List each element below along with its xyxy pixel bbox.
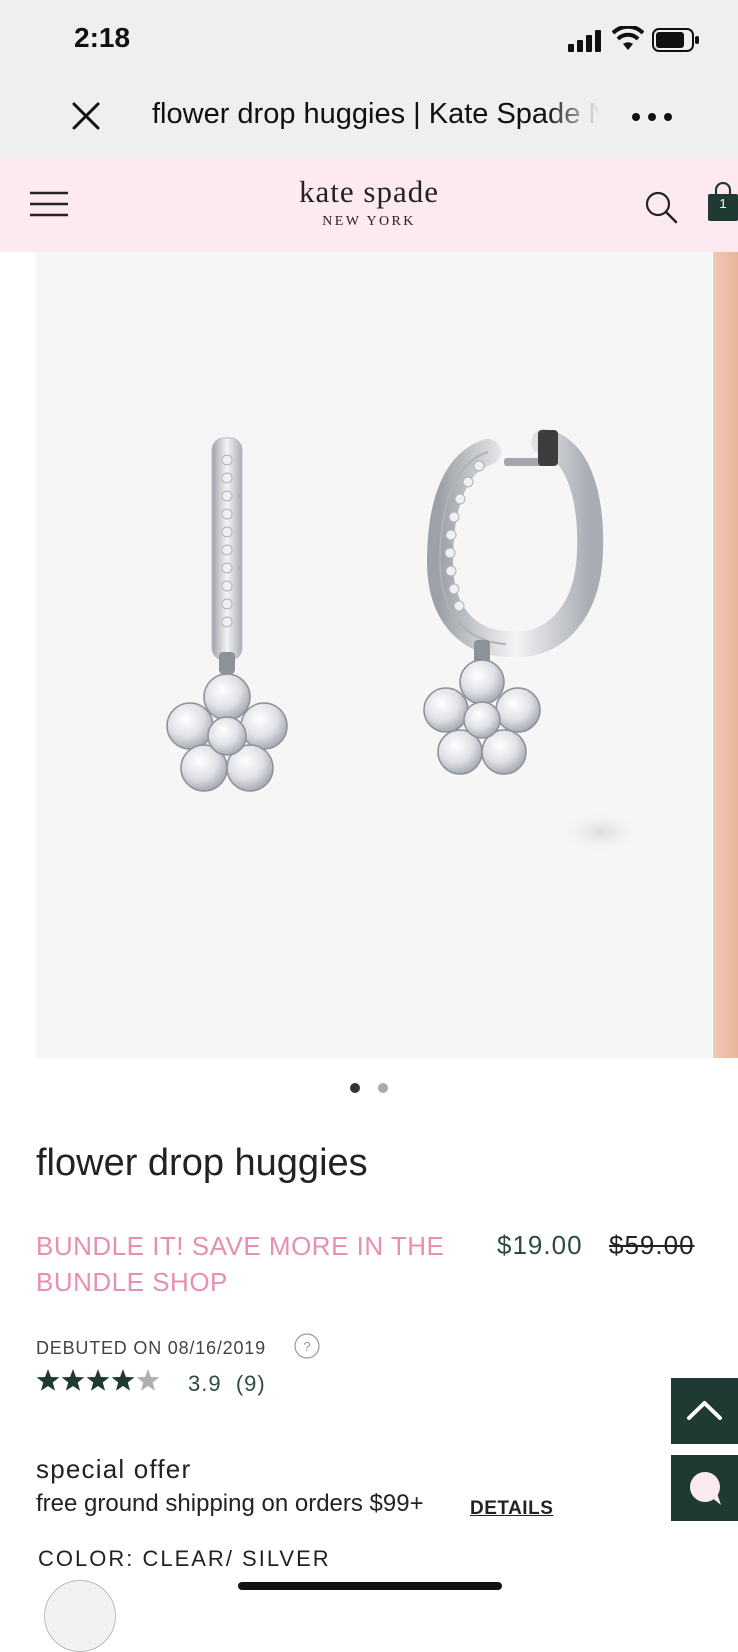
svg-text:?: ?: [303, 1339, 310, 1354]
wifi-icon: [612, 26, 644, 50]
special-offer-title: special offer: [36, 1454, 192, 1484]
help-icon[interactable]: ?: [294, 1333, 320, 1359]
debut-date: DEBUTED ON 08/16/2019: [36, 1338, 266, 1358]
color-label: COLOR: CLEAR/ SILVER: [38, 1546, 331, 1571]
battery-icon: [652, 28, 699, 52]
offer-details-link[interactable]: DETAILS: [470, 1498, 553, 1520]
product-name: flower drop huggies: [36, 1142, 368, 1184]
hamburger-menu-icon[interactable]: [28, 188, 70, 220]
logo-wordmark: kate spade: [299, 174, 439, 209]
cellular-signal-icon: [568, 30, 601, 52]
status-time: 2:18: [74, 22, 131, 53]
chevron-up-icon: [687, 1401, 722, 1420]
scroll-to-top-button[interactable]: [671, 1378, 738, 1444]
earrings-illustration: [166, 429, 645, 854]
logo-subtitle: NEW YORK: [322, 214, 416, 229]
rating-value: 3.9: [188, 1371, 222, 1396]
home-indicator: [238, 1582, 502, 1590]
cart-count-badge: 1: [719, 196, 727, 211]
sale-price: $19.00: [497, 1230, 583, 1260]
brand-logo[interactable]: kate spade NEW YORK: [220, 174, 518, 230]
rating-summary[interactable]: 3.9 (9): [188, 1371, 266, 1397]
chat-bubble-icon: [690, 1472, 721, 1505]
star-filled-icon: [36, 1369, 60, 1391]
product-image[interactable]: [36, 252, 712, 1058]
browser-page-title: flower drop huggies | Kate Spade New Yor…: [152, 98, 600, 130]
rating-stars[interactable]: [36, 1368, 160, 1392]
search-icon[interactable]: [644, 190, 678, 224]
chat-button[interactable]: [671, 1455, 738, 1521]
star-filled-icon: [111, 1369, 135, 1391]
review-count: (9): [235, 1371, 266, 1396]
next-product-image-peek[interactable]: [713, 252, 738, 1058]
pagination-dot-1[interactable]: [350, 1083, 360, 1093]
star-empty-icon: [136, 1369, 160, 1391]
star-filled-icon: [61, 1369, 85, 1391]
shipping-offer-text: free ground shipping on orders $99+: [36, 1490, 424, 1517]
gallery-pagination: [0, 1080, 738, 1098]
original-price: $59.00: [609, 1230, 695, 1260]
close-icon[interactable]: [70, 100, 102, 132]
bundle-promo-link[interactable]: BUNDLE IT! SAVE MORE IN THE BUNDLE SHOP: [36, 1228, 456, 1300]
star-filled-icon: [86, 1369, 110, 1391]
pagination-dot-2[interactable]: [378, 1083, 388, 1093]
more-options-icon[interactable]: [630, 104, 674, 130]
color-swatch-clear-silver[interactable]: [44, 1580, 116, 1652]
